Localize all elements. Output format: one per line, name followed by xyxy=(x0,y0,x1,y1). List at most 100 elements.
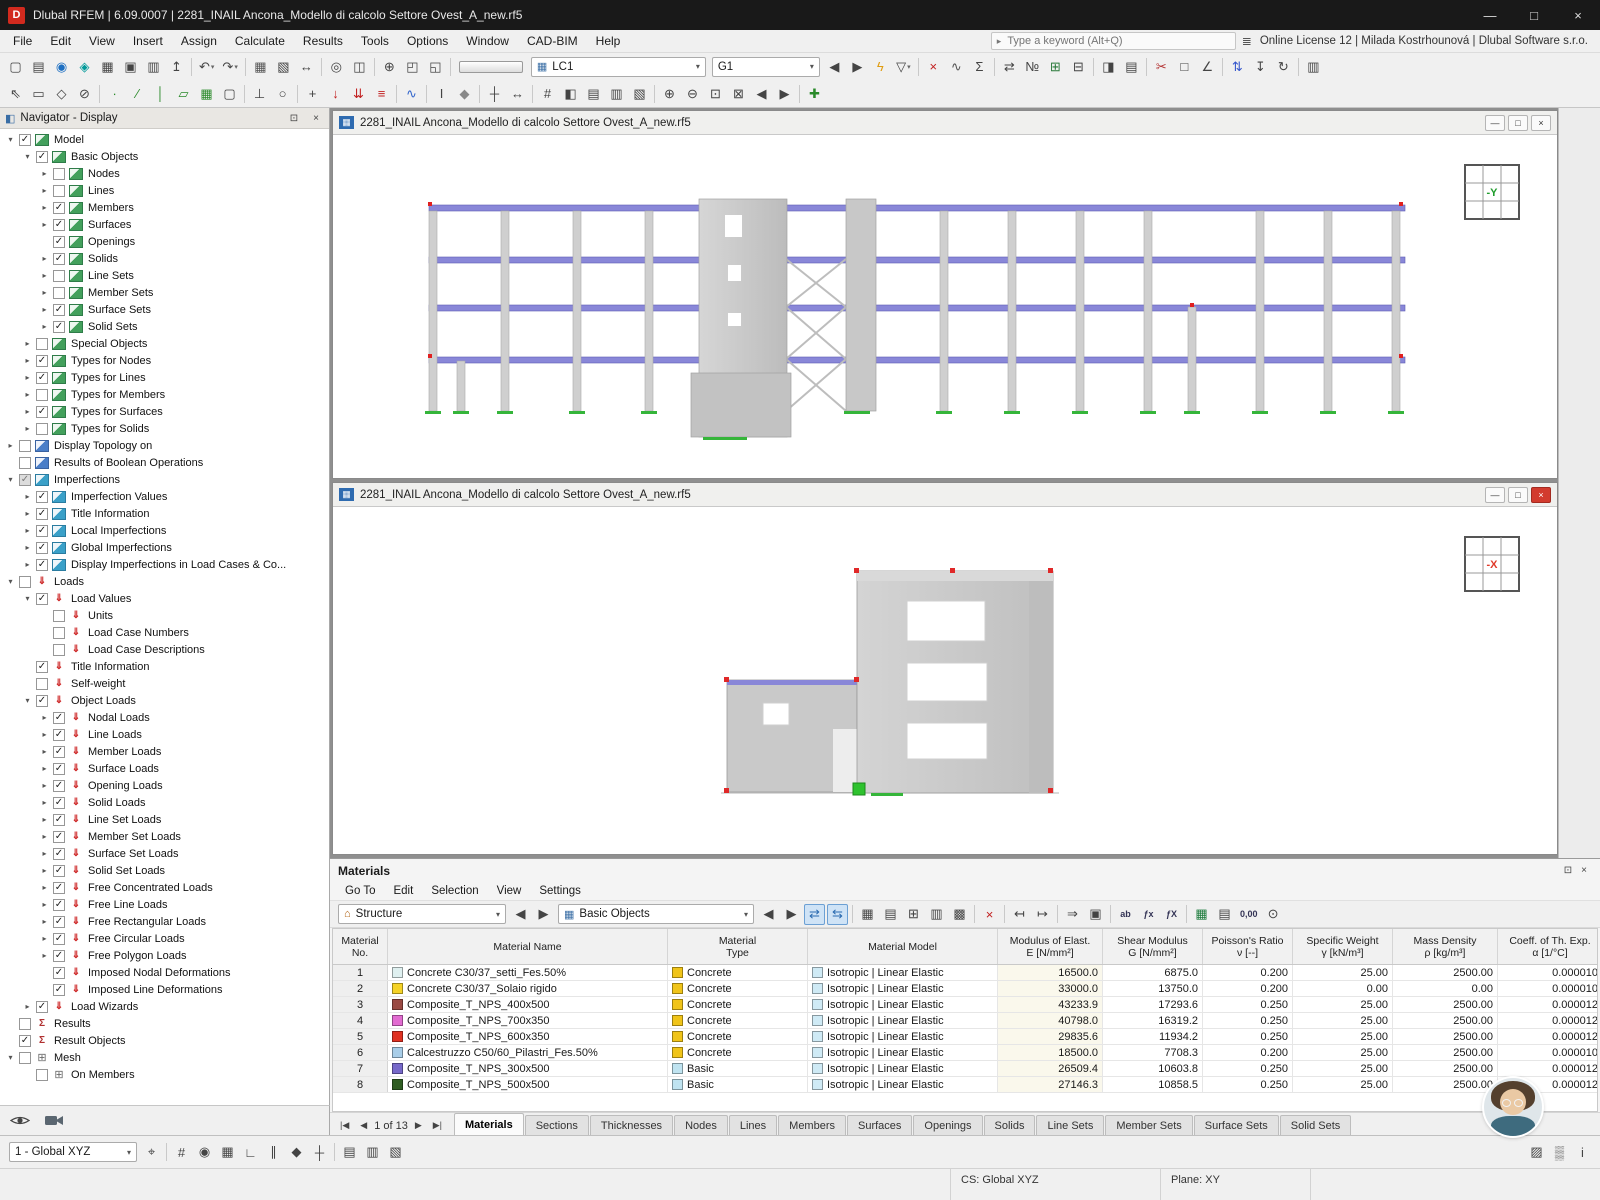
first-page-icon[interactable]: |◀ xyxy=(336,1118,353,1133)
thermal-exp-cell[interactable]: 0.000012 xyxy=(1498,997,1597,1012)
design-situation-combo[interactable]: G1 ▾ xyxy=(711,56,820,77)
calculate-all-icon[interactable]: ϟ xyxy=(870,56,891,77)
material-type-cell[interactable]: Concrete xyxy=(668,1029,808,1044)
close-button[interactable]: × xyxy=(1556,0,1600,30)
table-tab-materials[interactable]: Materials xyxy=(454,1113,524,1136)
tree-item-line-set-loads[interactable]: ▸ ✓ ⇓ Line Set Loads xyxy=(0,811,329,828)
display-factor-slider[interactable] xyxy=(458,60,523,73)
tree-expand-arrow-icon[interactable]: ▸ xyxy=(38,305,51,314)
tree-item-checkbox[interactable]: ✓ xyxy=(36,507,48,520)
tree-item-checkbox[interactable]: ✓ xyxy=(53,728,65,741)
thermal-exp-cell[interactable]: 0.000012 xyxy=(1498,1061,1597,1076)
tree-item-types-for-lines[interactable]: ▸ ✓ Types for Lines xyxy=(0,369,329,386)
tree-item-local-imperfections[interactable]: ▸ ✓ Local Imperfections xyxy=(0,522,329,539)
menu-calculate[interactable]: Calculate xyxy=(226,30,294,52)
export-model-icon[interactable]: ↥ xyxy=(166,56,187,77)
new-material-icon[interactable]: ◆ xyxy=(454,83,475,104)
tree-item-types-for-members[interactable]: ▸ Types for Members xyxy=(0,386,329,403)
thermal-exp-cell[interactable]: 0.000012 xyxy=(1498,1029,1597,1044)
line-grid-icon[interactable]: ┼ xyxy=(309,1142,330,1163)
menu-insert[interactable]: Insert xyxy=(124,30,172,52)
tree-item-display-imperfections-in-load-cases-co[interactable]: ▸ ✓ Display Imperfections in Load Cases & … xyxy=(0,556,329,573)
plane-yz-set-icon[interactable]: ▥ xyxy=(362,1142,383,1163)
tree-item-checkbox[interactable]: ✓ xyxy=(53,864,65,877)
view-axis-indicator[interactable]: -X xyxy=(1463,535,1521,596)
column-header-kg-m[interactable]: Mass Density ρ [kg/m³] xyxy=(1393,929,1498,964)
modulus-cell[interactable]: 33000.0 xyxy=(998,981,1103,996)
next-page-icon[interactable]: ▶ xyxy=(411,1118,426,1133)
tree-expand-arrow-icon[interactable]: ▸ xyxy=(38,951,51,960)
open-model-icon[interactable]: ▤ xyxy=(28,56,49,77)
redo-icon[interactable]: ↷ ▾ xyxy=(219,56,240,77)
specific-weight-cell[interactable]: 25.00 xyxy=(1293,1029,1393,1044)
tree-item-checkbox[interactable]: ✓ xyxy=(53,813,65,826)
shear-modulus-cell[interactable]: 13750.0 xyxy=(1103,981,1203,996)
tree-expand-arrow-icon[interactable]: ▸ xyxy=(38,883,51,892)
tree-item-checkbox[interactable] xyxy=(19,575,31,588)
tree-item-checkbox[interactable]: ✓ xyxy=(53,303,65,316)
mass-density-cell[interactable]: 2500.00 xyxy=(1393,1029,1498,1044)
tree-expand-arrow-icon[interactable]: ▸ xyxy=(21,373,34,382)
modulus-cell[interactable]: 29835.6 xyxy=(998,1029,1103,1044)
expand-table-icon[interactable]: ▣ xyxy=(1085,904,1106,925)
tree-item-openings[interactable]: ✓ Openings xyxy=(0,233,329,250)
save-as-icon[interactable]: ▥ xyxy=(143,56,164,77)
zoom-in-icon[interactable]: ⊕ xyxy=(659,83,680,104)
specific-weight-cell[interactable]: 25.00 xyxy=(1293,1045,1393,1060)
mass-density-cell[interactable]: 0.00 xyxy=(1393,981,1498,996)
tree-item-checkbox[interactable]: ✓ xyxy=(53,218,65,231)
tree-item-basic-objects[interactable]: ▾ ✓ Basic Objects xyxy=(0,148,329,165)
menu-help[interactable]: Help xyxy=(587,30,630,52)
new-surface-load-icon[interactable]: ≡ xyxy=(371,83,392,104)
tree-item-self-weight[interactable]: ⇓ Self-weight xyxy=(0,675,329,692)
formula-fx-icon[interactable]: ƒx xyxy=(1138,904,1159,925)
formula-global-icon[interactable]: ƒX xyxy=(1161,904,1182,925)
tree-item-load-values[interactable]: ▾ ✓ ⇓ Load Values xyxy=(0,590,329,607)
thermal-exp-cell[interactable]: 0.000012 xyxy=(1498,1013,1597,1028)
dimension-lines-icon[interactable]: ↔ xyxy=(296,56,317,77)
column-header-e-n-mm[interactable]: Modulus of Elast. E [N/mm²] xyxy=(998,929,1103,964)
viewport2-canvas[interactable]: -X xyxy=(333,507,1557,854)
tree-expand-arrow-icon[interactable]: ▸ xyxy=(38,220,51,229)
material-row-5[interactable]: 5 Composite_T_NPS_600x350 Concrete Isotropi… xyxy=(333,1029,1597,1045)
material-model-cell[interactable]: Isotropic | Linear Elastic xyxy=(808,1013,998,1028)
poisson-cell[interactable]: 0.250 xyxy=(1203,1013,1293,1028)
panel-control-icon[interactable]: ▥ xyxy=(1303,56,1324,77)
material-row-4[interactable]: 4 Composite_T_NPS_700x350 Concrete Isotropi… xyxy=(333,1013,1597,1029)
mesh-settings-icon[interactable]: ⊟ xyxy=(1068,56,1089,77)
tree-item-mesh[interactable]: ▾ ⊞ Mesh xyxy=(0,1049,329,1066)
tree-expand-arrow-icon[interactable]: ▸ xyxy=(38,169,51,178)
new-line-load-icon[interactable]: ⇊ xyxy=(348,83,369,104)
guidelines-icon[interactable]: ┼ xyxy=(484,83,505,104)
modulus-cell[interactable]: 40798.0 xyxy=(998,1013,1103,1028)
tree-item-checkbox[interactable] xyxy=(53,609,65,622)
new-solid-icon[interactable]: ▦ xyxy=(196,83,217,104)
tree-item-types-for-surfaces[interactable]: ▸ ✓ Types for Surfaces xyxy=(0,403,329,420)
menu-assign[interactable]: Assign xyxy=(172,30,226,52)
next-view-icon[interactable]: ▶ xyxy=(774,83,795,104)
tree-expand-arrow-icon[interactable]: ▸ xyxy=(21,407,34,416)
shear-modulus-cell[interactable]: 17293.6 xyxy=(1103,997,1203,1012)
tree-item-nodal-loads[interactable]: ▸ ✓ ⇓ Nodal Loads xyxy=(0,709,329,726)
tree-item-free-circular-loads[interactable]: ▸ ✓ ⇓ Free Circular Loads xyxy=(0,930,329,947)
specific-weight-cell[interactable]: 25.00 xyxy=(1293,965,1393,980)
table-manager-icon[interactable]: ▦ xyxy=(250,56,271,77)
export-table-icon[interactable]: ▤ xyxy=(880,904,901,925)
user-avatar[interactable] xyxy=(1484,1078,1542,1136)
tree-item-opening-loads[interactable]: ▸ ✓ ⇓ Opening Loads xyxy=(0,777,329,794)
tree-item-result-objects[interactable]: ✓ Σ Result Objects xyxy=(0,1032,329,1049)
delete-row-icon[interactable]: × xyxy=(979,904,1000,925)
tree-expand-arrow-icon[interactable]: ▸ xyxy=(21,560,34,569)
shear-modulus-cell[interactable]: 10858.5 xyxy=(1103,1077,1203,1092)
tree-item-on-members[interactable]: ⊞ On Members xyxy=(0,1066,329,1083)
tree-item-checkbox[interactable]: ✓ xyxy=(53,201,65,214)
tree-item-imperfection-values[interactable]: ▸ ✓ Imperfection Values xyxy=(0,488,329,505)
tree-item-types-for-solids[interactable]: ▸ Types for Solids xyxy=(0,420,329,437)
tree-item-free-polygon-loads[interactable]: ▸ ✓ ⇓ Free Polygon Loads xyxy=(0,947,329,964)
tree-expand-arrow-icon[interactable]: ▸ xyxy=(38,781,51,790)
import-data-icon[interactable]: ↤ xyxy=(1009,904,1030,925)
tree-expand-arrow-icon[interactable]: ▸ xyxy=(21,1002,34,1011)
tree-item-member-loads[interactable]: ▸ ✓ ⇓ Member Loads xyxy=(0,743,329,760)
tree-item-solid-sets[interactable]: ▸ ✓ Solid Sets xyxy=(0,318,329,335)
tree-item-member-set-loads[interactable]: ▸ ✓ ⇓ Member Set Loads xyxy=(0,828,329,845)
